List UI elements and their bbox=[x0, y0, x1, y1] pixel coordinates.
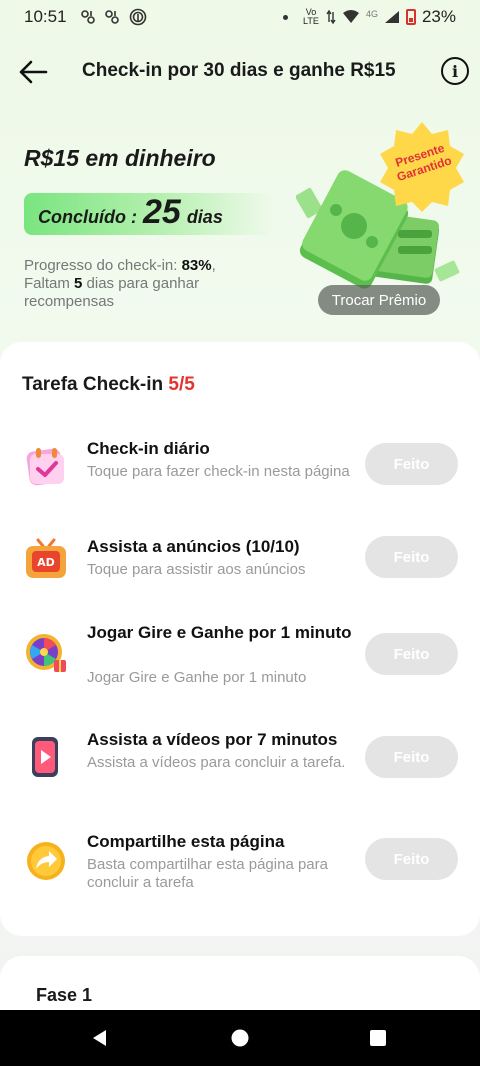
progress-percent: 83% bbox=[181, 257, 212, 274]
network-type: 4G bbox=[365, 8, 378, 19]
task-title: Compartilhe esta página bbox=[87, 832, 285, 851]
back-arrow-icon bbox=[19, 60, 48, 84]
calendar-check-icon bbox=[26, 448, 64, 486]
status-bar: 10:51 Vo LTE 4G 23% bbox=[0, 0, 480, 34]
phase-title: Fase 1 bbox=[36, 985, 93, 1005]
task-title: Assista a anúncios (10/10) bbox=[87, 537, 300, 556]
status-time: 10:51 bbox=[24, 7, 67, 26]
reward-title: R$15 em dinheiro bbox=[24, 145, 216, 171]
info-icon: i bbox=[451, 61, 459, 81]
notification-icon bbox=[80, 10, 95, 24]
battery-percent: 23% bbox=[421, 7, 456, 26]
wifi-icon bbox=[342, 10, 359, 23]
task-done-button[interactable]: Feito bbox=[365, 633, 458, 675]
info-button[interactable]: i bbox=[441, 57, 469, 85]
task-done-button[interactable]: Feito bbox=[365, 838, 458, 880]
dot-icon bbox=[282, 14, 288, 20]
ad-tv-icon: AD bbox=[26, 538, 66, 578]
task-title: Jogar Gire e Ganhe por 1 minuto bbox=[87, 623, 352, 642]
task-done-button[interactable]: Feito bbox=[365, 443, 458, 485]
notification-icon bbox=[104, 10, 119, 24]
progress-description: Progresso do check-in: 83%, Faltam 5 dia… bbox=[24, 257, 264, 311]
days-unit: dias bbox=[186, 207, 223, 227]
days-done-count: 25 bbox=[142, 193, 181, 231]
days-done-pill: Concluído : 25 dias bbox=[24, 193, 274, 235]
svg-text:AD: AD bbox=[37, 556, 55, 569]
task-subtitle: Toque para fazer check-in nesta página bbox=[87, 463, 350, 480]
task-subtitle: Assista a vídeos para concluir a tarefa. bbox=[87, 754, 346, 771]
battery-icon bbox=[405, 9, 416, 25]
progress-prefix: Progresso do check-in: bbox=[24, 257, 182, 274]
task-subtitle: Basta compartilhar esta página para conc… bbox=[87, 856, 328, 891]
signal-icon bbox=[384, 11, 399, 23]
data-arrows-icon bbox=[326, 10, 336, 24]
swap-prize-button[interactable]: Trocar Prêmio bbox=[318, 285, 440, 315]
app-header: Check-in por 30 dias e ganhe R$15 i bbox=[0, 44, 480, 98]
task-title: Check-in diário bbox=[87, 439, 210, 458]
back-button[interactable] bbox=[16, 55, 50, 89]
nav-back-icon[interactable] bbox=[90, 1028, 110, 1048]
task-subtitle: Toque para assistir aos anúncios bbox=[87, 561, 306, 578]
tasks-title-label: Tarefa Check-in bbox=[22, 374, 169, 395]
task-done-button[interactable]: Feito bbox=[365, 736, 458, 778]
volte-label: Vo LTE bbox=[303, 7, 319, 26]
done-label: Concluído : bbox=[38, 207, 137, 227]
task-subtitle: Jogar Gire e Ganhe por 1 minuto bbox=[87, 669, 307, 686]
tasks-card: Tarefa Check-in 5/5 Check-in diário Toqu… bbox=[0, 342, 480, 936]
fingerprint-icon bbox=[129, 8, 146, 26]
nav-recents-icon[interactable] bbox=[368, 1028, 388, 1048]
task-done-button[interactable]: Feito bbox=[365, 536, 458, 578]
task-title: Assista a vídeos por 7 minutos bbox=[87, 730, 338, 749]
spin-wheel-icon bbox=[26, 634, 66, 672]
nav-home-icon[interactable] bbox=[230, 1028, 250, 1048]
status-right: Vo LTE 4G 23% bbox=[282, 7, 456, 27]
share-arrow-icon bbox=[27, 842, 65, 880]
notification-icons bbox=[80, 8, 147, 26]
tasks-title: Tarefa Check-in 5/5 bbox=[22, 374, 195, 396]
tasks-count: 5/5 bbox=[168, 374, 195, 395]
page-title: Check-in por 30 dias e ganhe R$15 bbox=[82, 60, 396, 81]
video-phone-icon bbox=[32, 737, 58, 777]
navigation-bar bbox=[0, 1010, 480, 1066]
